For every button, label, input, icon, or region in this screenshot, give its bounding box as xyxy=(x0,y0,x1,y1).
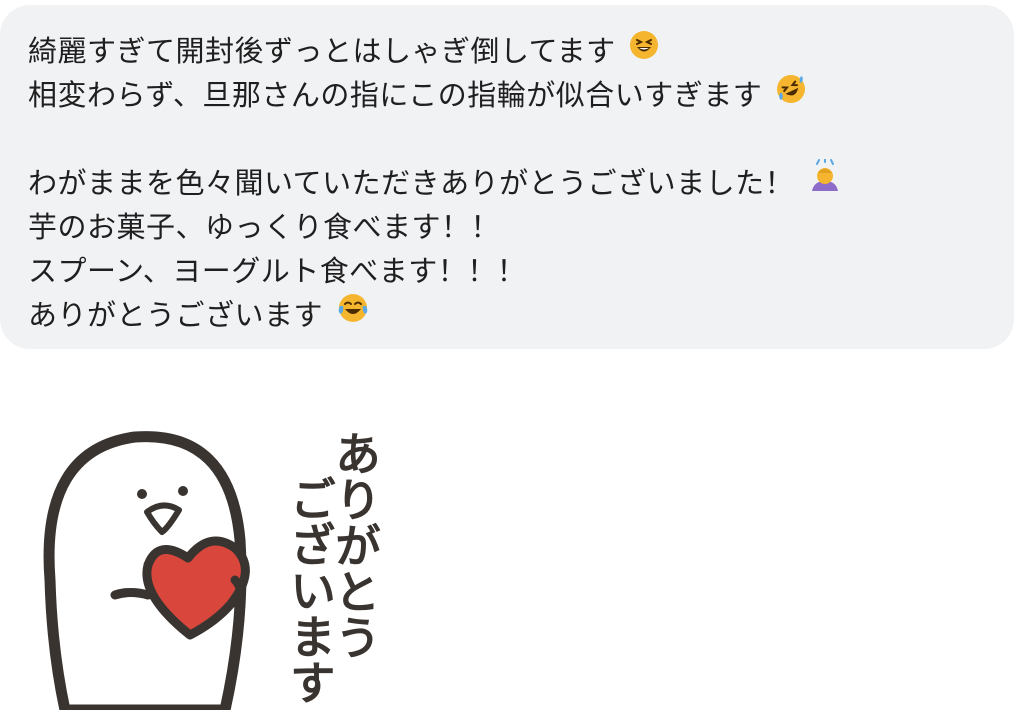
message-text: 芋のお菓子、ゆっくり食べます！！ xyxy=(28,210,501,244)
message-line: 芋のお菓子、ゆっくり食べます！！ xyxy=(28,205,986,249)
message-line: 相変わらず、旦那さんの指にこの指輪が似合いすぎます xyxy=(28,73,986,117)
face-with-tears-of-joy-emoji-icon xyxy=(337,292,369,336)
thank-you-sticker[interactable]: ありがとう ございます xyxy=(30,390,450,710)
message-text: わがままを色々聞いていただきありがとうございました！ xyxy=(28,166,795,200)
message-text: スプーン、ヨーグルト食べます！！！ xyxy=(28,254,527,288)
message-text: 綺麗すぎて開封後ずっとはしゃぎ倒してます xyxy=(28,34,616,68)
message-text: 相変わらず、旦那さんの指にこの指輪が似合いすぎます xyxy=(28,78,763,112)
message-line: わがままを色々聞いていただきありがとうございました！ xyxy=(28,157,986,205)
message-text: ありがとうございます xyxy=(28,298,324,332)
rolling-on-floor-laughing-emoji-icon xyxy=(776,72,806,116)
message-line: ありがとうございます xyxy=(28,293,986,337)
message-line: スプーン、ヨーグルト食べます！！！ xyxy=(28,249,986,293)
sticker-text-col2: ございます xyxy=(283,475,337,705)
person-bowing-emoji-icon xyxy=(808,157,842,205)
message-bubble[interactable]: 綺麗すぎて開封後ずっとはしゃぎ倒してます 相変わらず、旦那さんの指にこの指輪が似… xyxy=(0,5,1014,349)
grinning-squinting-face-emoji-icon xyxy=(629,28,659,72)
message-line: 綺麗すぎて開封後ずっとはしゃぎ倒してます xyxy=(28,29,986,73)
sticker-text: ございます xyxy=(283,475,337,705)
